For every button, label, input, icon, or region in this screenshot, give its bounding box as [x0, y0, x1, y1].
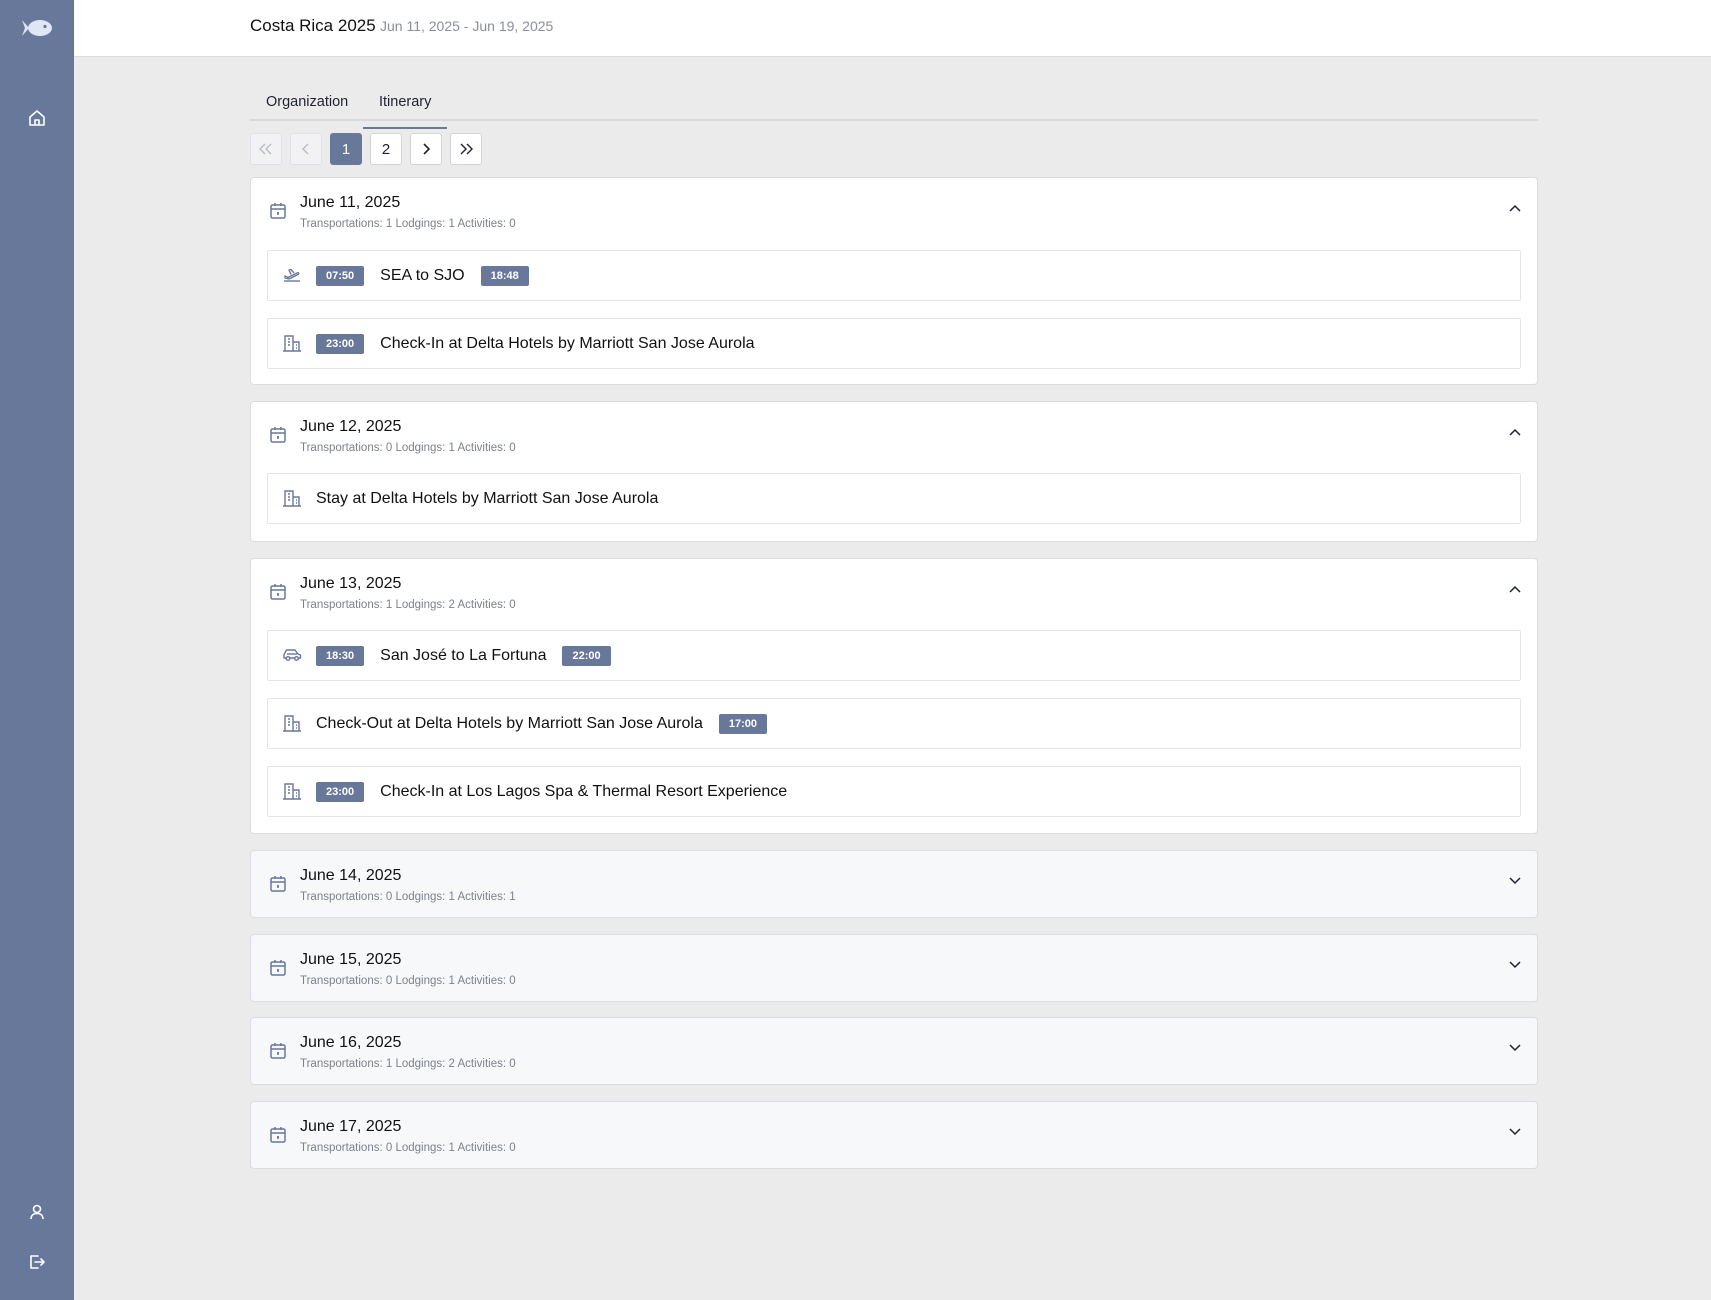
double-chevron-right-icon [460, 143, 473, 155]
day-header[interactable]: June 13, 2025 Transportations: 1 Lodging… [251, 559, 1537, 629]
calendar-icon [270, 203, 286, 219]
top-header: Costa Rica 2025 Jun 11, 2025 - Jun 19, 2… [74, 0, 1711, 57]
trip-title: Costa Rica 2025 [250, 16, 376, 35]
day-header[interactable]: June 14, 2025 Transportations: 0 Lodging… [251, 851, 1537, 921]
plane-takeoff-icon [284, 268, 300, 282]
prev-page-button[interactable] [290, 133, 322, 165]
day-date: June 13, 2025 [300, 575, 402, 592]
chevron-up-icon[interactable] [1509, 428, 1521, 436]
day-header[interactable]: June 15, 2025 Transportations: 0 Lodging… [251, 935, 1537, 1005]
day-card: June 14, 2025 Transportations: 0 Lodging… [250, 850, 1538, 918]
first-page-button[interactable] [250, 133, 282, 165]
item-title: Check-In at Los Lagos Spa & Thermal Reso… [380, 782, 788, 800]
page-1-button[interactable]: 1 [330, 133, 362, 165]
day-card: June 12, 2025 Transportations: 0 Lodging… [250, 401, 1538, 542]
tab-bar: Organization Itinerary [250, 86, 1538, 129]
start-time-badge: 18:30 [316, 645, 365, 666]
chevron-down-icon[interactable] [1509, 961, 1521, 969]
itinerary-item[interactable]: Stay at Delta Hotels by Marriott San Jos… [267, 473, 1521, 524]
item-title: Check-Out at Delta Hotels by Marriott Sa… [316, 714, 703, 732]
day-date: June 16, 2025 [300, 1034, 402, 1051]
start-time-badge: 23:00 [316, 333, 365, 354]
calendar-icon [270, 876, 286, 892]
day-stats: Transportations: 1 Lodgings: 2 Activitie… [300, 1058, 516, 1070]
logout-icon[interactable] [0, 1250, 74, 1274]
end-time-badge: 22:00 [562, 645, 611, 666]
day-stats: Transportations: 1 Lodgings: 1 Activitie… [300, 218, 516, 230]
itinerary-item[interactable]: 18:30 San José to La Fortuna 22:00 [267, 630, 1521, 681]
next-page-button[interactable] [410, 133, 442, 165]
hotel-icon [283, 335, 301, 352]
fish-logo-icon[interactable] [0, 14, 74, 42]
chevron-down-icon[interactable] [1509, 1128, 1521, 1136]
end-time-badge: 18:48 [480, 265, 529, 286]
start-time-badge: 07:50 [316, 265, 365, 286]
home-icon[interactable] [0, 106, 74, 130]
day-stats: Transportations: 1 Lodgings: 2 Activitie… [300, 599, 516, 611]
calendar-icon [270, 960, 286, 976]
page-2-button[interactable]: 2 [370, 133, 402, 165]
hotel-icon [283, 715, 301, 732]
tab-organization[interactable]: Organization [250, 94, 364, 121]
itinerary-item[interactable]: 23:00 Check-In at Delta Hotels by Marrio… [267, 318, 1521, 369]
day-stats: Transportations: 0 Lodgings: 1 Activitie… [300, 442, 516, 454]
end-time-badge: 17:00 [718, 713, 767, 734]
calendar-icon [270, 584, 286, 600]
item-title: SEA to SJO [380, 266, 465, 284]
itinerary-item[interactable]: 07:50 SEA to SJO 18:48 [267, 250, 1521, 301]
chevron-down-icon[interactable] [1509, 1044, 1521, 1052]
tab-itinerary[interactable]: Itinerary [363, 94, 448, 129]
calendar-icon [270, 1043, 286, 1059]
item-title: Check-In at Delta Hotels by Marriott San… [380, 334, 755, 352]
day-card: June 13, 2025 Transportations: 1 Lodging… [250, 558, 1538, 834]
hotel-icon [283, 490, 301, 507]
day-card: June 15, 2025 Transportations: 0 Lodging… [250, 934, 1538, 1002]
day-stats: Transportations: 0 Lodgings: 1 Activitie… [300, 891, 516, 903]
day-header[interactable]: June 17, 2025 Transportations: 0 Lodging… [251, 1102, 1537, 1172]
calendar-icon [270, 427, 286, 443]
day-date: June 17, 2025 [300, 1118, 402, 1135]
item-title: San José to La Fortuna [380, 646, 547, 664]
trip-date-range: Jun 11, 2025 - Jun 19, 2025 [380, 18, 554, 34]
chevron-down-icon[interactable] [1509, 877, 1521, 885]
chevron-right-icon [423, 143, 430, 155]
chevron-up-icon[interactable] [1509, 585, 1521, 593]
calendar-icon [270, 1127, 286, 1143]
day-date: June 11, 2025 [300, 194, 401, 211]
item-title: Stay at Delta Hotels by Marriott San Jos… [316, 489, 659, 507]
user-icon[interactable] [0, 1200, 74, 1224]
day-date: June 15, 2025 [300, 951, 402, 968]
day-stats: Transportations: 0 Lodgings: 1 Activitie… [300, 1142, 516, 1154]
day-card: June 16, 2025 Transportations: 1 Lodging… [250, 1017, 1538, 1085]
itinerary-item[interactable]: 23:00 Check-In at Los Lagos Spa & Therma… [267, 766, 1521, 817]
chevron-left-icon [302, 143, 309, 155]
double-chevron-left-icon [259, 143, 272, 155]
day-card: June 17, 2025 Transportations: 0 Lodging… [250, 1101, 1538, 1169]
day-card: June 11, 2025 Transportations: 1 Lodging… [250, 177, 1538, 385]
hotel-icon [283, 783, 301, 800]
day-date: June 14, 2025 [300, 867, 402, 884]
last-page-button[interactable] [450, 133, 482, 165]
chevron-up-icon[interactable] [1509, 204, 1521, 212]
day-header[interactable]: June 16, 2025 Transportations: 1 Lodging… [251, 1018, 1537, 1088]
day-header[interactable]: June 11, 2025 Transportations: 1 Lodging… [251, 178, 1537, 248]
start-time-badge: 23:00 [316, 781, 365, 802]
day-header[interactable]: June 12, 2025 Transportations: 0 Lodging… [251, 402, 1537, 472]
pagination: 1 2 [250, 133, 482, 165]
day-date: June 12, 2025 [300, 418, 402, 435]
day-stats: Transportations: 0 Lodgings: 1 Activitie… [300, 975, 516, 987]
sidebar [0, 0, 74, 1300]
car-icon [283, 649, 302, 661]
itinerary-item[interactable]: Check-Out at Delta Hotels by Marriott Sa… [267, 698, 1521, 749]
